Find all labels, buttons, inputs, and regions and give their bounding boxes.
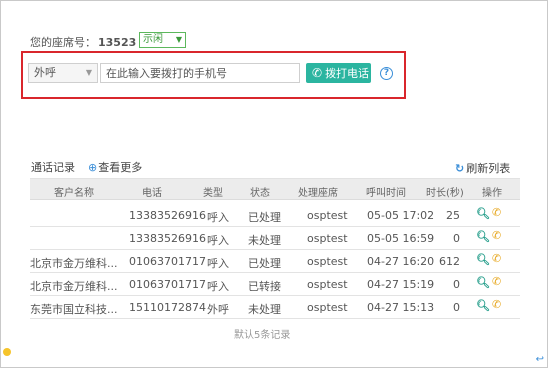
- records-footer-note: 默认5条记录: [234, 330, 291, 341]
- chevron-down-icon: ▼: [85, 68, 92, 77]
- phone-number-input[interactable]: [100, 63, 300, 83]
- cell-type: 呼入: [207, 257, 229, 270]
- cell-status: 未处理: [248, 234, 281, 247]
- column-header-type: 类型: [203, 188, 223, 199]
- cell-agent: osptest: [307, 209, 348, 222]
- help-icon[interactable]: ?: [380, 67, 393, 80]
- seat-number: 13523: [98, 36, 137, 49]
- column-header-phone: 电话: [142, 188, 162, 199]
- callback-icon[interactable]: ✆: [492, 298, 501, 311]
- cell-status: 未处理: [248, 303, 281, 316]
- table-row: 北京市金万维科... 01063701717 呼入 已转接 osptest 04…: [30, 272, 520, 296]
- seat-label: 您的座席号：: [30, 36, 96, 49]
- cell-customer: 东莞市国立科技...: [30, 303, 118, 316]
- cell-type: 外呼: [207, 303, 229, 316]
- cell-duration: 0: [453, 301, 460, 314]
- search-icon[interactable]: 🔍︎: [476, 230, 490, 243]
- refresh-label: 刷新列表: [466, 162, 511, 175]
- records-title: 通话记录: [31, 161, 75, 174]
- cell-type: 呼入: [207, 234, 229, 247]
- refresh-list-button[interactable]: ↻ 刷新列表: [455, 160, 510, 176]
- column-header-duration: 时长(秒): [426, 188, 464, 199]
- agent-status-value: 示闲: [143, 34, 163, 45]
- cell-duration: 612: [439, 255, 460, 268]
- cell-duration: 25: [446, 209, 460, 222]
- cell-customer: 北京市金万维科...: [30, 257, 118, 270]
- chevron-down-icon: ▼: [175, 35, 182, 44]
- cell-type: 呼入: [207, 211, 229, 224]
- call-type-select[interactable]: 外呼 ▼: [28, 63, 98, 83]
- agent-status-dropdown[interactable]: 示闲 ▼: [139, 32, 186, 48]
- cell-phone: 13383526916: [129, 232, 206, 245]
- dial-button[interactable]: ✆ 拨打电话: [306, 63, 371, 83]
- cell-phone: 15110172874: [129, 301, 206, 314]
- table-row: 13383526916 呼入 未处理 osptest 05-05 16:59 0…: [30, 226, 520, 250]
- search-icon[interactable]: 🔍︎: [476, 276, 490, 289]
- cell-time: 04-27 15:13: [367, 301, 435, 314]
- column-header-customer: 客户名称: [54, 188, 94, 199]
- cell-agent: osptest: [307, 278, 348, 291]
- view-more-label: 查看更多: [98, 161, 143, 174]
- cell-status: 已处理: [248, 211, 281, 224]
- column-header-time: 呼叫时间: [366, 188, 406, 199]
- refresh-icon: ↻: [455, 162, 465, 175]
- table-row: 13383526916 呼入 已处理 osptest 05-05 17:02 2…: [30, 203, 520, 227]
- table-row: 北京市金万维科... 01063701717 呼入 已处理 osptest 04…: [30, 249, 520, 273]
- column-header-actions: 操作: [482, 188, 502, 199]
- cell-agent: osptest: [307, 232, 348, 245]
- seat-info: 您的座席号： 13523: [30, 34, 136, 50]
- records-table-header: 客户名称 电话 类型 状态 处理座席 呼叫时间 时长(秒) 操作: [30, 178, 520, 200]
- cell-type: 呼入: [207, 280, 229, 293]
- cell-customer: 北京市金万维科...: [30, 280, 118, 293]
- cell-time: 05-05 17:02: [367, 209, 435, 222]
- callback-icon[interactable]: ✆: [492, 252, 501, 265]
- cell-duration: 0: [453, 232, 460, 245]
- search-icon[interactable]: 🔍︎: [476, 207, 490, 220]
- search-icon[interactable]: 🔍︎: [476, 299, 490, 312]
- cell-phone: 01063701717: [129, 255, 206, 268]
- cell-agent: osptest: [307, 301, 348, 314]
- callback-icon[interactable]: ✆: [492, 206, 501, 219]
- cell-phone: 13383526916: [129, 209, 206, 222]
- callback-icon[interactable]: ✆: [492, 229, 501, 242]
- table-row: 东莞市国立科技... 15110172874 外呼 未处理 osptest 04…: [30, 295, 520, 319]
- cell-phone: 01063701717: [129, 278, 206, 291]
- search-icon[interactable]: 🔍︎: [476, 253, 490, 266]
- cell-status: 已转接: [248, 280, 281, 293]
- callback-icon[interactable]: ✆: [492, 275, 501, 288]
- dial-button-label: 拨打电话: [325, 67, 370, 80]
- column-header-agent: 处理座席: [298, 188, 338, 199]
- cell-time: 04-27 15:19: [367, 278, 435, 291]
- cell-duration: 0: [453, 278, 460, 291]
- lightbulb-icon: [3, 348, 11, 356]
- phone-icon: ✆: [312, 66, 323, 80]
- call-type-value: 外呼: [34, 66, 56, 79]
- cell-time: 04-27 16:20: [367, 255, 435, 268]
- cell-agent: osptest: [307, 255, 348, 268]
- view-more-link[interactable]: ⊕查看更多: [88, 159, 142, 175]
- cell-time: 05-05 16:59: [367, 232, 435, 245]
- cell-status: 已处理: [248, 257, 281, 270]
- column-header-status: 状态: [250, 188, 270, 199]
- search-icon: ⊕: [88, 161, 98, 174]
- back-arrow-icon[interactable]: ↩: [536, 354, 544, 365]
